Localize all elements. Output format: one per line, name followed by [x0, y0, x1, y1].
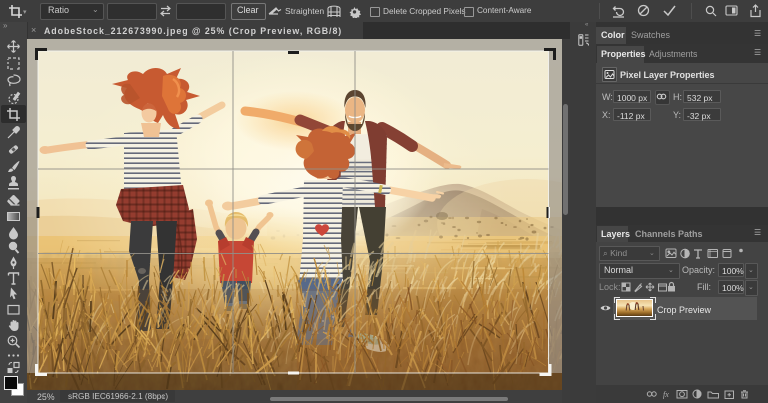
svg-text:fx: fx	[663, 390, 669, 399]
